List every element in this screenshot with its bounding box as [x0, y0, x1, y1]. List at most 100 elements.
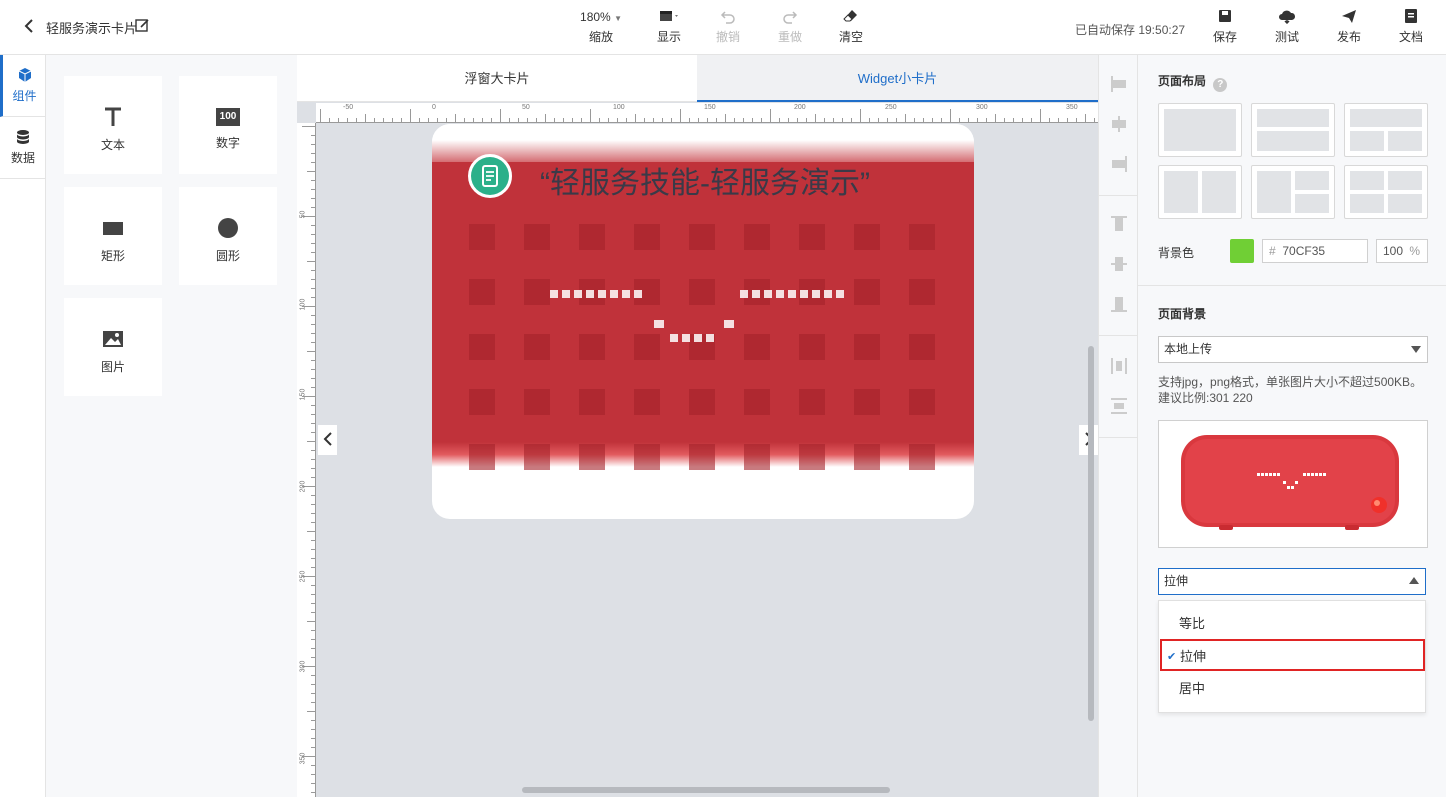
component-text[interactable]: 文本	[64, 76, 162, 174]
publish-label: 发布	[1336, 30, 1361, 44]
undo-label: 撤销	[715, 30, 740, 44]
distribute-horizontal-icon[interactable]	[1110, 357, 1128, 375]
circle-icon	[217, 217, 239, 239]
bg-color-label: 背景色	[1158, 246, 1195, 260]
component-number[interactable]: 100 数字	[179, 76, 277, 174]
layout-option-2[interactable]	[1251, 103, 1335, 157]
ruler-label: 100	[613, 104, 625, 111]
edit-icon[interactable]	[135, 18, 150, 33]
caret-down-icon	[1411, 346, 1421, 353]
layout-option-5[interactable]	[1251, 165, 1335, 219]
zoom-label: 缩放	[588, 30, 613, 44]
nav-components-label: 组件	[12, 89, 37, 103]
horizontal-scrollbar[interactable]	[522, 787, 890, 793]
send-icon	[1334, 8, 1364, 28]
canvas-tabs: 浮窗大卡片 Widget小卡片	[297, 55, 1098, 102]
align-bottom-icon[interactable]	[1110, 295, 1128, 313]
layout-option-6[interactable]	[1344, 165, 1428, 219]
ruler-label: 250	[885, 104, 897, 111]
bg-source-select[interactable]: 本地上传	[1158, 336, 1428, 363]
layout-option-4[interactable]	[1158, 165, 1242, 219]
divider	[1099, 335, 1137, 336]
tab-floating-card[interactable]: 浮窗大卡片	[297, 55, 697, 102]
caret-up-icon	[1409, 577, 1419, 584]
component-panel: 文本 100 数字 矩形 圆形 图片	[46, 55, 297, 797]
docs-label: 文档	[1398, 30, 1423, 44]
ruler-label: 300	[299, 660, 307, 673]
bg-color-input[interactable]: # 70CF35	[1262, 239, 1368, 263]
save-button[interactable]: 保存	[1210, 8, 1240, 45]
component-rectangle[interactable]: 矩形	[64, 187, 162, 285]
fit-option-stretch[interactable]: ✔ 拉伸	[1160, 639, 1425, 671]
redo-button[interactable]: 重做	[775, 8, 805, 45]
ruler-label: 100	[299, 298, 307, 311]
bg-image-preview[interactable]	[1158, 420, 1428, 548]
opacity-input[interactable]: 100 %	[1376, 239, 1428, 263]
chevron-down-icon: ▼	[614, 14, 622, 23]
vertical-scrollbar[interactable]	[1088, 346, 1094, 721]
distribute-vertical-icon[interactable]	[1110, 397, 1128, 415]
nav-components[interactable]: 组件	[0, 55, 46, 117]
document-icon	[1396, 8, 1426, 28]
component-circle-label: 圆形	[215, 249, 240, 263]
bg-source-value: 本地上传	[1164, 342, 1213, 356]
image-icon	[102, 328, 124, 350]
ruler-label: 300	[976, 104, 988, 111]
test-label: 测试	[1274, 30, 1299, 44]
image-fit-select[interactable]: 拉伸	[1158, 568, 1426, 595]
display-button[interactable]: 显示	[652, 8, 686, 45]
zoom-control[interactable]: 180% ▼ 缩放	[580, 8, 622, 45]
display-label: 显示	[656, 30, 681, 44]
page-title: 轻服务演示卡片	[46, 21, 138, 36]
eraser-icon	[836, 8, 866, 28]
publish-button[interactable]: 发布	[1334, 8, 1364, 45]
fit-option-proportional[interactable]: 等比	[1159, 608, 1427, 640]
nav-data[interactable]: 数据	[0, 117, 46, 179]
layout-option-1[interactable]	[1158, 103, 1242, 157]
layout-icon	[652, 8, 686, 28]
align-center-v-icon[interactable]	[1110, 255, 1128, 273]
opacity-unit: %	[1409, 244, 1421, 258]
autosave-status: 已自动保存 19:50:27	[1075, 23, 1186, 37]
checkmark-icon: ✔	[1167, 651, 1177, 663]
align-right-icon[interactable]	[1110, 155, 1128, 173]
component-text-label: 文本	[100, 138, 125, 152]
cloud-icon	[1272, 8, 1302, 28]
fit-option-center[interactable]: 居中	[1159, 673, 1427, 705]
divider	[1138, 285, 1446, 286]
clear-button[interactable]: 清空	[836, 8, 866, 45]
help-icon[interactable]: ?	[1213, 78, 1228, 92]
nav-data-label: 数据	[10, 151, 35, 165]
tab-widget-card[interactable]: Widget小卡片	[697, 55, 1098, 102]
align-left-icon[interactable]	[1110, 75, 1128, 93]
rectangle-icon	[102, 217, 124, 239]
prev-arrow-button[interactable]	[318, 425, 337, 455]
back-arrow-icon[interactable]	[22, 17, 36, 35]
color-swatch[interactable]	[1230, 239, 1254, 263]
undo-icon	[713, 8, 743, 28]
component-image[interactable]: 图片	[64, 298, 162, 396]
component-rectangle-label: 矩形	[100, 249, 125, 263]
test-button[interactable]: 测试	[1272, 8, 1302, 45]
zoom-value: 180%	[580, 10, 611, 24]
canvas-area: 浮窗大卡片 Widget小卡片 -50 0 50 100 150 200 250…	[297, 55, 1098, 797]
top-toolbar: 轻服务演示卡片 180% ▼ 缩放 显示 撤销 重做 清空 已自动保存 19:5…	[0, 0, 1446, 55]
divider	[1099, 437, 1137, 438]
undo-button[interactable]: 撤销	[713, 8, 743, 45]
ruler-label: 250	[299, 570, 307, 583]
ruler-label: 150	[299, 388, 307, 401]
widget-card-preview[interactable]: “轻服务技能-轻服务演示”	[432, 124, 974, 519]
ruler-label: 50	[522, 104, 530, 111]
save-icon	[1210, 8, 1240, 28]
cube-icon	[17, 67, 33, 83]
ruler-label: 350	[299, 752, 307, 765]
bg-section-title: 页面背景	[1158, 307, 1207, 321]
redo-icon	[775, 8, 805, 28]
component-circle[interactable]: 圆形	[179, 187, 277, 285]
align-center-h-icon[interactable]	[1110, 115, 1128, 133]
layout-option-3[interactable]	[1344, 103, 1428, 157]
ruler-label: 350	[1066, 104, 1078, 111]
align-top-icon[interactable]	[1110, 215, 1128, 233]
docs-button[interactable]: 文档	[1396, 8, 1426, 45]
align-toolbar	[1098, 55, 1138, 797]
